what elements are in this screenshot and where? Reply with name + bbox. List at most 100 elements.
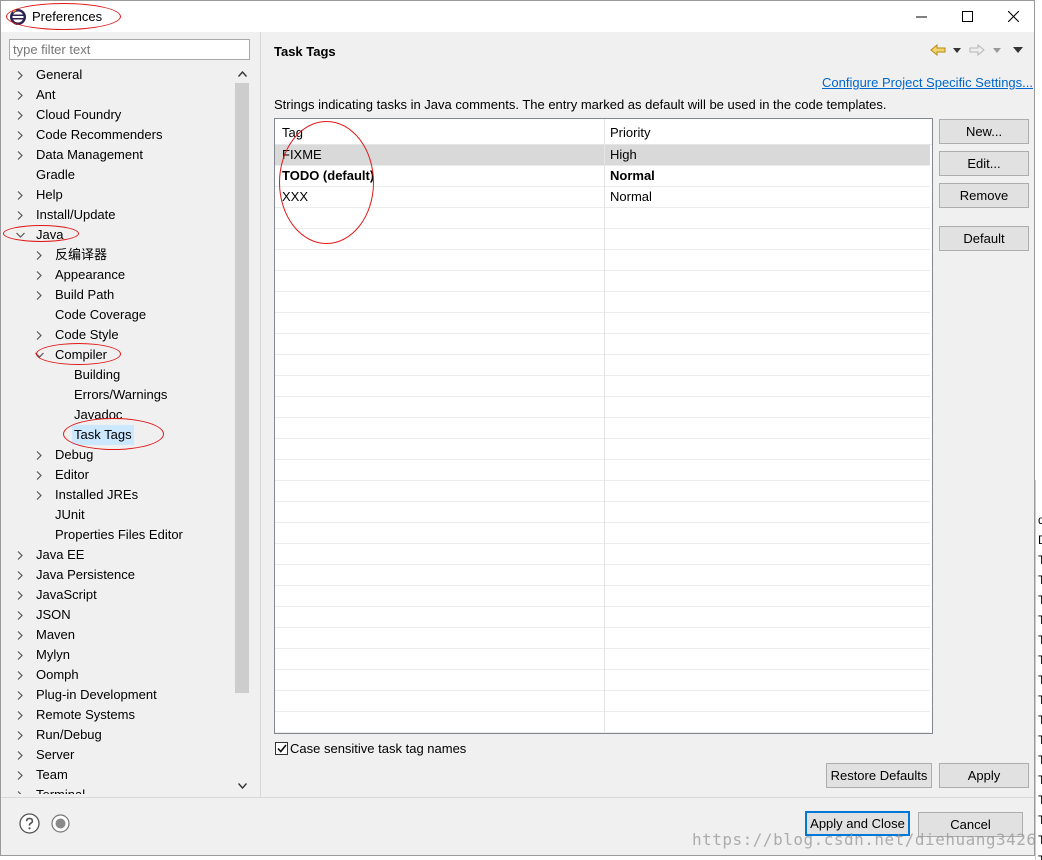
chevron-right-icon[interactable] [15, 110, 25, 120]
restore-defaults-button[interactable]: Restore Defaults [826, 763, 932, 788]
chevron-right-icon[interactable] [15, 130, 25, 140]
scroll-up-arrow-icon[interactable] [234, 65, 250, 82]
chevron-right-icon[interactable] [15, 630, 25, 640]
tree-item[interactable]: General [15, 65, 84, 85]
scrollbar-thumb[interactable] [235, 83, 249, 693]
forward-arrow-icon[interactable] [969, 42, 985, 58]
column-header-priority[interactable]: Priority [610, 125, 650, 140]
tree-item[interactable]: Editor [34, 465, 91, 485]
tree-item[interactable]: Appearance [34, 265, 127, 285]
task-tags-table[interactable]: Tag Priority FIXME High TODO (default) Norm… [274, 118, 933, 734]
table-row[interactable]: TODO (default) Normal [275, 166, 930, 187]
chevron-right-icon[interactable] [15, 730, 25, 740]
chevron-right-icon[interactable] [15, 550, 25, 560]
chevron-right-icon[interactable] [15, 650, 25, 660]
chevron-right-icon[interactable] [15, 690, 25, 700]
tree-item[interactable]: Plug-in Development [15, 685, 159, 705]
tree-item[interactable]: Errors/Warnings [53, 385, 169, 405]
chevron-right-icon[interactable] [15, 150, 25, 160]
default-button[interactable]: Default [939, 226, 1029, 251]
tree-item[interactable]: Build Path [34, 285, 116, 305]
pane-splitter[interactable] [260, 32, 261, 797]
table-row[interactable]: FIXME High [275, 145, 930, 166]
tree-item[interactable]: Install/Update [15, 205, 118, 225]
column-header-tag[interactable]: Tag [282, 125, 303, 140]
close-window-button[interactable] [990, 1, 1036, 32]
edit-button[interactable]: Edit... [939, 151, 1029, 176]
apply-button[interactable]: Apply [939, 763, 1029, 788]
chevron-right-icon[interactable] [15, 790, 25, 794]
tree-scrollbar[interactable] [234, 65, 250, 794]
chevron-right-icon[interactable] [15, 190, 25, 200]
tree-item[interactable]: Installed JREs [34, 485, 140, 505]
new-button[interactable]: New... [939, 119, 1029, 144]
chevron-right-icon[interactable] [34, 250, 44, 260]
case-sensitive-label[interactable]: Case sensitive task tag names [290, 741, 466, 756]
configure-project-settings-link[interactable]: Configure Project Specific Settings... [822, 75, 1033, 90]
chevron-down-icon[interactable] [34, 350, 44, 360]
chevron-right-icon[interactable] [15, 210, 25, 220]
background-text: T [1038, 713, 1042, 727]
chevron-right-icon[interactable] [34, 290, 44, 300]
back-menu-icon[interactable] [953, 42, 961, 58]
tree-item[interactable]: Java EE [15, 545, 86, 565]
back-arrow-icon[interactable] [930, 42, 946, 58]
tree-item[interactable]: Remote Systems [15, 705, 137, 725]
tree-item[interactable]: Help [15, 185, 65, 205]
tree-item[interactable]: Data Management [15, 145, 145, 165]
view-menu-icon[interactable] [1013, 42, 1023, 58]
tree-item[interactable]: Java Persistence [15, 565, 137, 585]
help-icon[interactable] [19, 813, 40, 834]
chevron-right-icon[interactable] [34, 450, 44, 460]
tree-item[interactable]: Oomph [15, 665, 81, 685]
tree-item[interactable]: Maven [15, 625, 77, 645]
tree-item[interactable]: Compiler [34, 345, 109, 365]
minimize-button[interactable] [898, 1, 944, 32]
chevron-right-icon[interactable] [15, 750, 25, 760]
chevron-right-icon[interactable] [15, 710, 25, 720]
tree-item[interactable]: Terminal [15, 785, 87, 794]
record-macro-icon[interactable] [51, 814, 70, 833]
tree-item[interactable]: Javadoc [53, 405, 124, 425]
tree-item[interactable]: Ant [15, 85, 58, 105]
chevron-right-icon[interactable] [34, 270, 44, 280]
tree-item[interactable]: Gradle [15, 165, 77, 185]
remove-button[interactable]: Remove [939, 183, 1029, 208]
scroll-down-arrow-icon[interactable] [234, 777, 250, 794]
tree-item[interactable]: Mylyn [15, 645, 72, 665]
tree-item[interactable]: Task Tags [53, 425, 134, 445]
tree-item[interactable]: Building [53, 365, 122, 385]
chevron-right-icon[interactable] [15, 770, 25, 780]
tree-item[interactable]: JUnit [34, 505, 87, 525]
tree-item[interactable]: JSON [15, 605, 73, 625]
tree-item[interactable]: Debug [34, 445, 95, 465]
tree-item[interactable]: Java [15, 225, 65, 245]
tree-item[interactable]: Code Coverage [34, 305, 148, 325]
filter-input[interactable] [9, 39, 250, 60]
chevron-right-icon[interactable] [15, 90, 25, 100]
maximize-button[interactable] [944, 1, 990, 32]
table-row[interactable]: XXX Normal [275, 187, 930, 208]
chevron-right-icon[interactable] [34, 330, 44, 340]
chevron-right-icon[interactable] [15, 590, 25, 600]
case-sensitive-checkbox[interactable] [275, 742, 288, 755]
chevron-right-icon[interactable] [34, 470, 44, 480]
chevron-down-icon[interactable] [15, 230, 25, 240]
forward-menu-icon[interactable] [993, 42, 1001, 58]
tree-item[interactable]: Cloud Foundry [15, 105, 123, 125]
tree-item[interactable]: JavaScript [15, 585, 99, 605]
priority-cell: Normal [610, 189, 652, 204]
chevron-right-icon[interactable] [34, 490, 44, 500]
chevron-right-icon[interactable] [15, 670, 25, 680]
chevron-right-icon[interactable] [15, 610, 25, 620]
tree-item[interactable]: Properties Files Editor [34, 525, 185, 545]
tree-item[interactable]: Team [15, 765, 70, 785]
tree-item[interactable]: Code Style [34, 325, 121, 345]
chevron-right-icon[interactable] [15, 70, 25, 80]
tree-item[interactable]: Run/Debug [15, 725, 104, 745]
tree-item[interactable]: Server [15, 745, 76, 765]
tree-item[interactable]: 反编译器 [34, 245, 109, 265]
preference-tree: General Ant Cloud Foundry Code Recommenders… [9, 65, 234, 794]
tree-item[interactable]: Code Recommenders [15, 125, 164, 145]
chevron-right-icon[interactable] [15, 570, 25, 580]
